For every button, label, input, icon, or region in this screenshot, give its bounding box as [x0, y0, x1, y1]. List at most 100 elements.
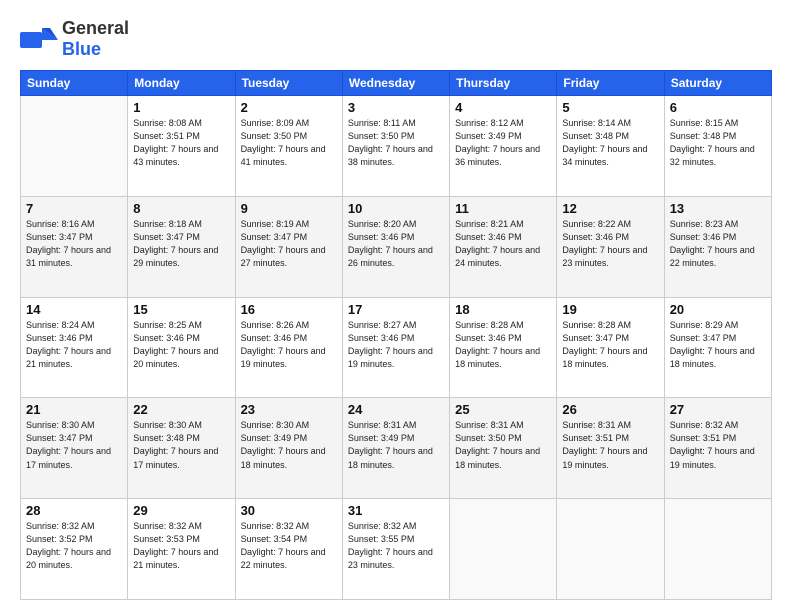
cell-sun-info: Sunrise: 8:32 AM Sunset: 3:55 PM Dayligh…: [348, 520, 444, 572]
day-number: 31: [348, 503, 444, 518]
cell-sun-info: Sunrise: 8:30 AM Sunset: 3:49 PM Dayligh…: [241, 419, 337, 471]
cell-sun-info: Sunrise: 8:14 AM Sunset: 3:48 PM Dayligh…: [562, 117, 658, 169]
cell-sun-info: Sunrise: 8:12 AM Sunset: 3:49 PM Dayligh…: [455, 117, 551, 169]
calendar-cell: 11 Sunrise: 8:21 AM Sunset: 3:46 PM Dayli…: [450, 196, 557, 297]
calendar-cell: 13 Sunrise: 8:23 AM Sunset: 3:46 PM Dayli…: [664, 196, 771, 297]
weekday-header-friday: Friday: [557, 71, 664, 96]
calendar-cell: 25 Sunrise: 8:31 AM Sunset: 3:50 PM Dayli…: [450, 398, 557, 499]
day-number: 11: [455, 201, 551, 216]
day-number: 24: [348, 402, 444, 417]
cell-sun-info: Sunrise: 8:28 AM Sunset: 3:47 PM Dayligh…: [562, 319, 658, 371]
calendar-cell: 24 Sunrise: 8:31 AM Sunset: 3:49 PM Dayli…: [342, 398, 449, 499]
cell-sun-info: Sunrise: 8:25 AM Sunset: 3:46 PM Dayligh…: [133, 319, 229, 371]
calendar-cell: 18 Sunrise: 8:28 AM Sunset: 3:46 PM Dayli…: [450, 297, 557, 398]
day-number: 29: [133, 503, 229, 518]
calendar-cell: 27 Sunrise: 8:32 AM Sunset: 3:51 PM Dayli…: [664, 398, 771, 499]
day-number: 25: [455, 402, 551, 417]
calendar-week-row: 28Sunrise: 8:32 AM Sunset: 3:52 PM Dayli…: [21, 499, 772, 600]
calendar-cell: 28Sunrise: 8:32 AM Sunset: 3:52 PM Dayli…: [21, 499, 128, 600]
cell-sun-info: Sunrise: 8:32 AM Sunset: 3:54 PM Dayligh…: [241, 520, 337, 572]
day-number: 16: [241, 302, 337, 317]
cell-sun-info: Sunrise: 8:31 AM Sunset: 3:49 PM Dayligh…: [348, 419, 444, 471]
cell-sun-info: Sunrise: 8:28 AM Sunset: 3:46 PM Dayligh…: [455, 319, 551, 371]
cell-sun-info: Sunrise: 8:31 AM Sunset: 3:51 PM Dayligh…: [562, 419, 658, 471]
calendar-cell: [664, 499, 771, 600]
cell-sun-info: Sunrise: 8:32 AM Sunset: 3:53 PM Dayligh…: [133, 520, 229, 572]
day-number: 4: [455, 100, 551, 115]
cell-sun-info: Sunrise: 8:18 AM Sunset: 3:47 PM Dayligh…: [133, 218, 229, 270]
day-number: 7: [26, 201, 122, 216]
calendar-cell: 17 Sunrise: 8:27 AM Sunset: 3:46 PM Dayli…: [342, 297, 449, 398]
weekday-header-wednesday: Wednesday: [342, 71, 449, 96]
calendar-cell: [21, 96, 128, 197]
day-number: 13: [670, 201, 766, 216]
calendar-cell: 1 Sunrise: 8:08 AM Sunset: 3:51 PM Daylig…: [128, 96, 235, 197]
calendar-cell: 16 Sunrise: 8:26 AM Sunset: 3:46 PM Dayli…: [235, 297, 342, 398]
day-number: 5: [562, 100, 658, 115]
day-number: 3: [348, 100, 444, 115]
calendar-cell: 12 Sunrise: 8:22 AM Sunset: 3:46 PM Dayli…: [557, 196, 664, 297]
day-number: 8: [133, 201, 229, 216]
day-number: 14: [26, 302, 122, 317]
calendar-cell: 15 Sunrise: 8:25 AM Sunset: 3:46 PM Dayli…: [128, 297, 235, 398]
day-number: 21: [26, 402, 122, 417]
calendar-cell: 19Sunrise: 8:28 AM Sunset: 3:47 PM Dayli…: [557, 297, 664, 398]
day-number: 17: [348, 302, 444, 317]
day-number: 12: [562, 201, 658, 216]
cell-sun-info: Sunrise: 8:31 AM Sunset: 3:50 PM Dayligh…: [455, 419, 551, 471]
day-number: 28: [26, 503, 122, 518]
cell-sun-info: Sunrise: 8:08 AM Sunset: 3:51 PM Dayligh…: [133, 117, 229, 169]
day-number: 26: [562, 402, 658, 417]
calendar-week-row: 14Sunrise: 8:24 AM Sunset: 3:46 PM Dayli…: [21, 297, 772, 398]
weekday-header-sunday: Sunday: [21, 71, 128, 96]
weekday-header-monday: Monday: [128, 71, 235, 96]
calendar-week-row: 7 Sunrise: 8:16 AM Sunset: 3:47 PM Daylig…: [21, 196, 772, 297]
day-number: 27: [670, 402, 766, 417]
calendar-cell: 23 Sunrise: 8:30 AM Sunset: 3:49 PM Dayli…: [235, 398, 342, 499]
weekday-header-tuesday: Tuesday: [235, 71, 342, 96]
cell-sun-info: Sunrise: 8:23 AM Sunset: 3:46 PM Dayligh…: [670, 218, 766, 270]
day-number: 1: [133, 100, 229, 115]
calendar-cell: 2 Sunrise: 8:09 AM Sunset: 3:50 PM Daylig…: [235, 96, 342, 197]
calendar-cell: 6Sunrise: 8:15 AM Sunset: 3:48 PM Daylig…: [664, 96, 771, 197]
day-number: 6: [670, 100, 766, 115]
calendar-cell: [450, 499, 557, 600]
cell-sun-info: Sunrise: 8:26 AM Sunset: 3:46 PM Dayligh…: [241, 319, 337, 371]
day-number: 23: [241, 402, 337, 417]
cell-sun-info: Sunrise: 8:21 AM Sunset: 3:46 PM Dayligh…: [455, 218, 551, 270]
day-number: 2: [241, 100, 337, 115]
calendar-cell: 31 Sunrise: 8:32 AM Sunset: 3:55 PM Dayli…: [342, 499, 449, 600]
calendar-cell: 3 Sunrise: 8:11 AM Sunset: 3:50 PM Daylig…: [342, 96, 449, 197]
calendar-cell: 4 Sunrise: 8:12 AM Sunset: 3:49 PM Daylig…: [450, 96, 557, 197]
logo-blue: Blue: [62, 39, 101, 59]
calendar-cell: 30 Sunrise: 8:32 AM Sunset: 3:54 PM Dayli…: [235, 499, 342, 600]
calendar-cell: 9Sunrise: 8:19 AM Sunset: 3:47 PM Daylig…: [235, 196, 342, 297]
cell-sun-info: Sunrise: 8:29 AM Sunset: 3:47 PM Dayligh…: [670, 319, 766, 371]
cell-sun-info: Sunrise: 8:32 AM Sunset: 3:51 PM Dayligh…: [670, 419, 766, 471]
logo: General Blue: [20, 18, 129, 60]
day-number: 30: [241, 503, 337, 518]
cell-sun-info: Sunrise: 8:16 AM Sunset: 3:47 PM Dayligh…: [26, 218, 122, 270]
cell-sun-info: Sunrise: 8:22 AM Sunset: 3:46 PM Dayligh…: [562, 218, 658, 270]
day-number: 15: [133, 302, 229, 317]
day-number: 10: [348, 201, 444, 216]
calendar-cell: 21 Sunrise: 8:30 AM Sunset: 3:47 PM Dayli…: [21, 398, 128, 499]
page: General Blue SundayMondayTuesdayWednesda…: [0, 0, 792, 612]
cell-sun-info: Sunrise: 8:11 AM Sunset: 3:50 PM Dayligh…: [348, 117, 444, 169]
calendar-cell: 22Sunrise: 8:30 AM Sunset: 3:48 PM Dayli…: [128, 398, 235, 499]
calendar-cell: 29 Sunrise: 8:32 AM Sunset: 3:53 PM Dayli…: [128, 499, 235, 600]
day-number: 9: [241, 201, 337, 216]
cell-sun-info: Sunrise: 8:20 AM Sunset: 3:46 PM Dayligh…: [348, 218, 444, 270]
day-number: 18: [455, 302, 551, 317]
cell-sun-info: Sunrise: 8:27 AM Sunset: 3:46 PM Dayligh…: [348, 319, 444, 371]
logo-icon: [20, 24, 58, 54]
cell-sun-info: Sunrise: 8:30 AM Sunset: 3:47 PM Dayligh…: [26, 419, 122, 471]
calendar-cell: 7 Sunrise: 8:16 AM Sunset: 3:47 PM Daylig…: [21, 196, 128, 297]
calendar-cell: 5 Sunrise: 8:14 AM Sunset: 3:48 PM Daylig…: [557, 96, 664, 197]
calendar-cell: 14Sunrise: 8:24 AM Sunset: 3:46 PM Dayli…: [21, 297, 128, 398]
weekday-header-saturday: Saturday: [664, 71, 771, 96]
calendar-cell: 8 Sunrise: 8:18 AM Sunset: 3:47 PM Daylig…: [128, 196, 235, 297]
cell-sun-info: Sunrise: 8:09 AM Sunset: 3:50 PM Dayligh…: [241, 117, 337, 169]
logo-general: General: [62, 18, 129, 38]
day-number: 20: [670, 302, 766, 317]
